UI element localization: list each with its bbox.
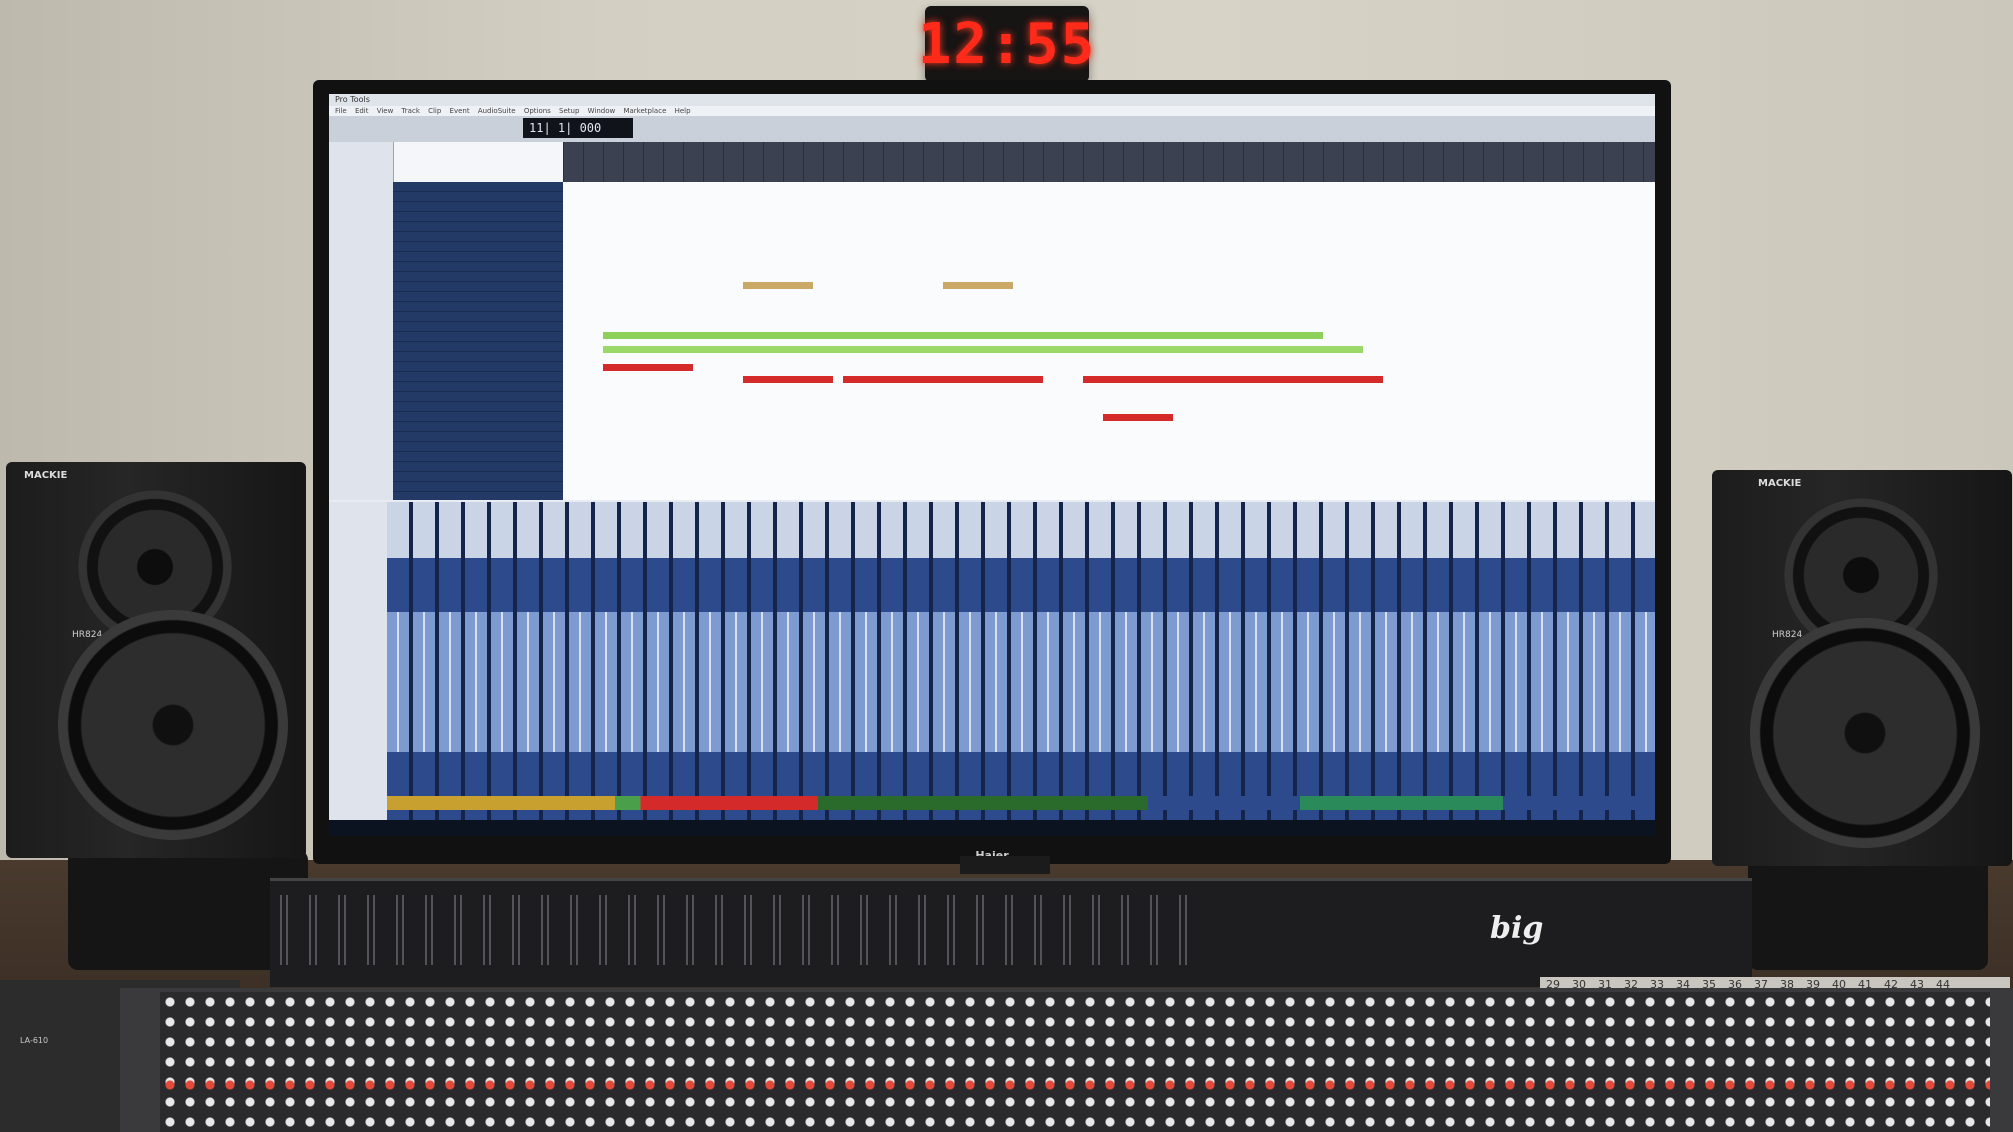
edit-window[interactable] — [329, 142, 1655, 500]
mix-window[interactable] — [329, 502, 1655, 820]
monitor: Pro Tools File Edit View Track Clip Even… — [313, 80, 1671, 864]
woofer — [1750, 618, 1980, 848]
transport-bar[interactable]: 11| 1| 000 — [329, 116, 1655, 142]
app-menubar[interactable]: File Edit View Track Clip Event AudioSui… — [329, 106, 1655, 116]
clock-time: 12:55 — [917, 11, 1097, 77]
os-taskbar[interactable] — [329, 820, 1655, 836]
mix-track-list[interactable] — [329, 502, 387, 820]
left-speaker: MACKIE HR824 — [6, 462, 306, 858]
console-logo: big — [1490, 911, 1544, 946]
mixing-console[interactable] — [120, 988, 2013, 1132]
monitor-stand — [960, 856, 1050, 874]
region-red[interactable] — [1083, 376, 1383, 383]
region-red[interactable] — [843, 376, 1043, 383]
daw-screen: Pro Tools File Edit View Track Clip Even… — [329, 94, 1655, 836]
region-red[interactable] — [743, 376, 833, 383]
inserts-sends[interactable] — [387, 502, 1655, 558]
faders[interactable] — [387, 612, 1655, 752]
rack-label: LA-610 — [20, 1036, 49, 1045]
right-speaker-stand — [1748, 850, 1988, 970]
main-counter: 11| 1| 000 — [523, 118, 633, 138]
track-name-colors — [387, 796, 1655, 810]
console-meter-bridge: big 29 30 31 32 33 34 35 36 37 38 39 40 41 42 43 44 — [270, 878, 2010, 993]
track-lanes[interactable] — [563, 182, 1655, 500]
console-red-knobs[interactable] — [160, 1080, 1990, 1090]
speaker-logo: MACKIE — [24, 470, 68, 481]
speaker-logo: MACKIE — [1758, 478, 1802, 489]
app-titlebar: Pro Tools — [329, 94, 1655, 106]
woofer — [58, 610, 288, 840]
region-red[interactable] — [603, 364, 693, 371]
region-green[interactable] — [843, 332, 1323, 339]
console-knobs[interactable] — [160, 992, 1990, 1132]
region-green[interactable] — [603, 332, 843, 339]
region-tan[interactable] — [743, 282, 813, 289]
region-green[interactable] — [603, 346, 1363, 353]
right-speaker: MACKIE HR824 — [1712, 470, 2012, 866]
region-red[interactable] — [1103, 414, 1173, 421]
timeline-ruler[interactable] — [563, 142, 1655, 182]
track-list[interactable] — [329, 142, 394, 500]
channel-strips[interactable] — [387, 502, 1655, 820]
studio-scene: 12:55 Pro Tools File Edit View Track Cli… — [0, 0, 2013, 1132]
track-headers[interactable] — [393, 182, 563, 500]
meter-leds — [280, 895, 1200, 965]
region-tan[interactable] — [943, 282, 1013, 289]
wall-clock: 12:55 — [918, 6, 1094, 82]
